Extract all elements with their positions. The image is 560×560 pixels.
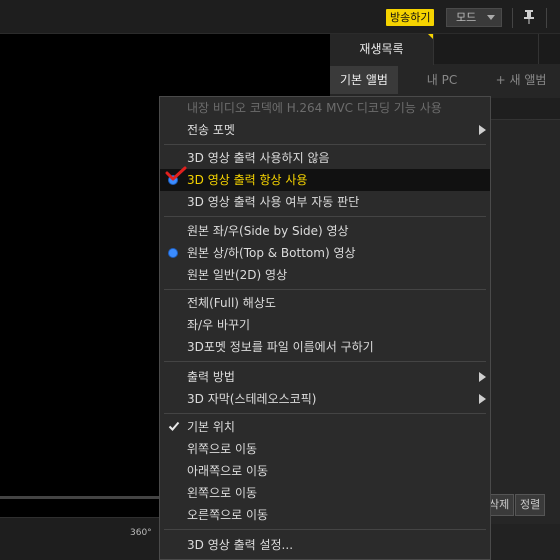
checkmark-icon (168, 421, 180, 431)
menu-item-label: 전송 포멧 (187, 123, 235, 137)
pin-icon[interactable] (523, 9, 535, 25)
subtab-my-pc[interactable]: 내 PC (406, 66, 478, 94)
menu-item-swap-lr[interactable]: 좌/우 바꾸기 (160, 314, 490, 336)
chevron-down-icon (487, 15, 495, 20)
menu-item-label: 오른쪽으로 이동 (187, 508, 269, 522)
list-header (490, 98, 560, 120)
tab-playlist[interactable]: 재생목록 (330, 34, 434, 65)
divider (546, 8, 547, 28)
menu-divider (164, 361, 486, 362)
menu-item-label: 전체(Full) 해상도 (187, 296, 276, 310)
tab-playlist-label: 재생목록 (359, 42, 404, 56)
menu-item-label: 3D 영상 출력 사용하지 않음 (187, 151, 330, 165)
active-tab-marker (428, 34, 433, 39)
menu-item-label: 출력 방법 (187, 370, 235, 384)
panel-tab-bar: 재생목록 (330, 34, 560, 65)
menu-item-3d-subtitles[interactable]: 3D 자막(스테레오스코픽) (160, 388, 490, 410)
menu-item-label: 3D 영상 출력 항상 사용 (187, 173, 308, 187)
seek-bar[interactable] (0, 496, 160, 499)
menu-item-label: 3D 자막(스테레오스코픽) (187, 392, 317, 406)
menu-item-label: 왼쪽으로 이동 (187, 486, 258, 500)
subtab-basic-album[interactable]: 기본 앨범 (330, 66, 398, 94)
sort-button[interactable]: 정렬 (515, 494, 546, 516)
menu-item-3d-always[interactable]: 3D 영상 출력 항상 사용 (160, 169, 490, 191)
menu-divider (164, 144, 486, 145)
menu-item-label: 좌/우 바꾸기 (187, 318, 251, 332)
menu-item-move-left[interactable]: 왼쪽으로 이동 (160, 482, 490, 504)
top-bar: 방송하기 모드 (0, 0, 560, 34)
menu-item-label: 위쪽으로 이동 (187, 442, 258, 456)
context-menu-3d: 내장 비디오 코덱에 H.264 MVC 디코딩 기능 사용 전송 포멧 3D … (159, 96, 491, 560)
broadcast-button[interactable]: 방송하기 (386, 9, 435, 26)
menu-item-label: 3D포멧 정보를 파일 이름에서 구하기 (187, 340, 374, 354)
menu-divider (164, 529, 486, 530)
menu-item-move-up[interactable]: 위쪽으로 이동 (160, 438, 490, 460)
menu-item-top-bottom[interactable]: 원본 상/하(Top & Bottom) 영상 (160, 242, 490, 264)
vr-360-icon[interactable]: 360° (130, 528, 152, 544)
album-subtabs: 기본 앨범 내 PC + 새 앨범 (330, 66, 560, 94)
menu-item-label: 원본 좌/우(Side by Side) 영상 (187, 224, 349, 238)
chevron-right-icon (479, 394, 486, 404)
menu-item-label: 원본 일반(2D) 영상 (187, 268, 288, 282)
mode-label: 모드 (456, 11, 477, 24)
menu-item-h264-mvc: 내장 비디오 코덱에 H.264 MVC 디코딩 기능 사용 (160, 97, 490, 119)
menu-item-label: 기본 위치 (187, 420, 235, 434)
menu-item-side-by-side[interactable]: 원본 좌/우(Side by Side) 영상 (160, 220, 490, 242)
menu-item-default-position[interactable]: 기본 위치 (160, 416, 490, 438)
menu-item-label: 3D 영상 출력 설정... (187, 538, 294, 552)
menu-item-3d-off[interactable]: 3D 영상 출력 사용하지 않음 (160, 147, 490, 169)
red-checkmark-icon (165, 166, 187, 181)
menu-item-label: 3D 영상 출력 사용 여부 자동 판단 (187, 195, 360, 209)
menu-divider (164, 289, 486, 290)
menu-item-output-method[interactable]: 출력 방법 (160, 366, 490, 388)
divider (512, 8, 513, 28)
subtab-new-album[interactable]: + 새 앨범 (482, 66, 560, 94)
menu-item-3d-settings[interactable]: 3D 영상 출력 설정... (160, 534, 490, 556)
menu-item-move-down[interactable]: 아래쪽으로 이동 (160, 460, 490, 482)
radio-dot-icon (169, 249, 177, 257)
menu-item-full-resolution[interactable]: 전체(Full) 해상도 (160, 292, 490, 314)
menu-item-label: 내장 비디오 코덱에 H.264 MVC 디코딩 기능 사용 (187, 101, 442, 115)
menu-item-move-right[interactable]: 오른쪽으로 이동 (160, 504, 490, 526)
mode-dropdown[interactable]: 모드 (446, 8, 502, 27)
panel-footer (480, 524, 560, 560)
chevron-right-icon (479, 372, 486, 382)
menu-divider (164, 216, 486, 217)
chevron-right-icon (479, 125, 486, 135)
menu-item-2d[interactable]: 원본 일반(2D) 영상 (160, 264, 490, 286)
menu-item-3d-auto[interactable]: 3D 영상 출력 사용 여부 자동 판단 (160, 191, 490, 213)
menu-divider (164, 413, 486, 414)
vr-360-label: 360° (130, 528, 152, 538)
menu-item-label: 원본 상/하(Top & Bottom) 영상 (187, 246, 356, 260)
menu-item-label: 아래쪽으로 이동 (187, 464, 269, 478)
menu-item-transfer-format[interactable]: 전송 포멧 (160, 119, 490, 141)
menu-item-format-from-filename[interactable]: 3D포멧 정보를 파일 이름에서 구하기 (160, 336, 490, 358)
tab-empty[interactable] (435, 34, 539, 64)
